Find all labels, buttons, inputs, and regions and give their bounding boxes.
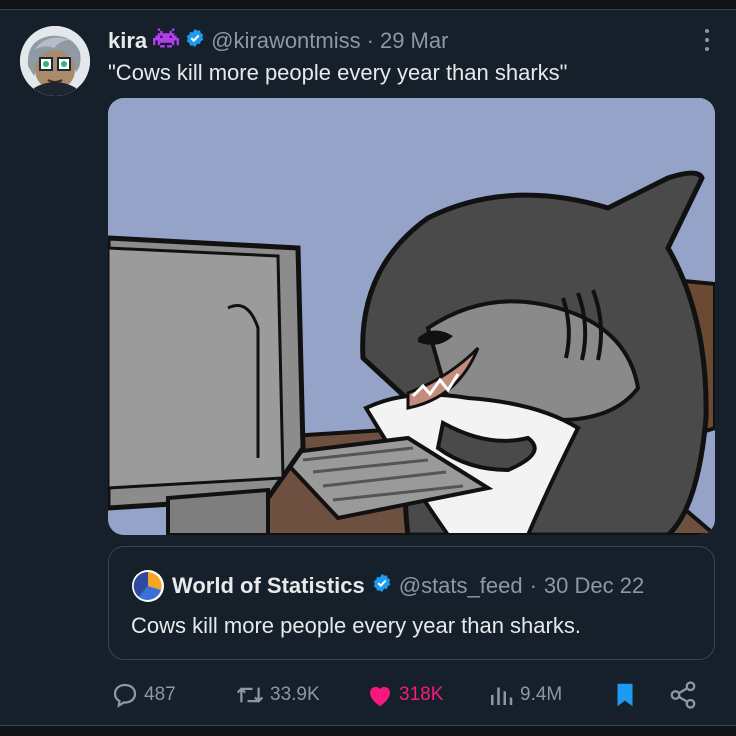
bookmark-filled-icon xyxy=(617,683,633,707)
share-button[interactable] xyxy=(668,676,698,714)
repost-count: 33.9K xyxy=(270,684,320,705)
repost-button[interactable]: 33.9K xyxy=(234,676,320,714)
separator-dot: · xyxy=(529,573,537,598)
pie-chart-logo-icon xyxy=(132,570,164,602)
tweet-actions-bar: 487 33.9K 318K 9.4M xyxy=(108,676,708,714)
author-handle[interactable]: @kirawontmiss xyxy=(211,28,360,54)
quoted-author-avatar[interactable] xyxy=(131,569,165,603)
author-name[interactable]: kira xyxy=(108,28,147,54)
quoted-tweet-header: World of Statistics @stats_feed · 30 Dec… xyxy=(131,569,644,603)
heart-filled-icon xyxy=(370,686,390,707)
views-count: 9.4M xyxy=(520,684,563,705)
separator-dot: · xyxy=(366,28,374,53)
like-count: 318K xyxy=(399,684,444,705)
verified-badge-icon xyxy=(372,573,392,599)
tweet-text: "Cows kill more people every year than s… xyxy=(108,60,568,85)
space-invader-icon xyxy=(153,28,180,54)
repost-icon xyxy=(236,687,264,703)
author-avatar[interactable] xyxy=(20,26,90,96)
avatar-illustration xyxy=(20,26,90,96)
tweet-date[interactable]: 29 Mar xyxy=(380,28,448,54)
reply-icon xyxy=(113,683,137,708)
views-button[interactable]: 9.4M xyxy=(486,676,562,714)
more-options-icon[interactable] xyxy=(700,26,714,54)
bookmark-button[interactable] xyxy=(610,676,640,714)
quoted-tweet[interactable]: World of Statistics @stats_feed · 30 Dec… xyxy=(108,546,715,660)
verified-badge-icon xyxy=(185,28,205,54)
tweet-media-image[interactable] xyxy=(108,98,715,535)
shark-at-computer-illustration xyxy=(108,98,715,535)
share-icon xyxy=(670,681,696,709)
quoted-author-handle[interactable]: @stats_feed xyxy=(399,573,523,599)
tweet-header: kira @kirawontmiss · 29 Mar xyxy=(108,28,696,54)
quoted-tweet-date[interactable]: 30 Dec 22 xyxy=(544,573,644,599)
top-divider xyxy=(0,0,736,10)
bottom-divider xyxy=(0,725,736,736)
quoted-author-name[interactable]: World of Statistics xyxy=(172,573,365,599)
reply-count: 487 xyxy=(144,684,176,705)
views-chart-icon xyxy=(491,687,513,705)
reply-button[interactable]: 487 xyxy=(110,676,176,714)
quoted-tweet-text: Cows kill more people every year than sh… xyxy=(131,613,581,638)
like-button[interactable]: 318K xyxy=(365,676,443,714)
